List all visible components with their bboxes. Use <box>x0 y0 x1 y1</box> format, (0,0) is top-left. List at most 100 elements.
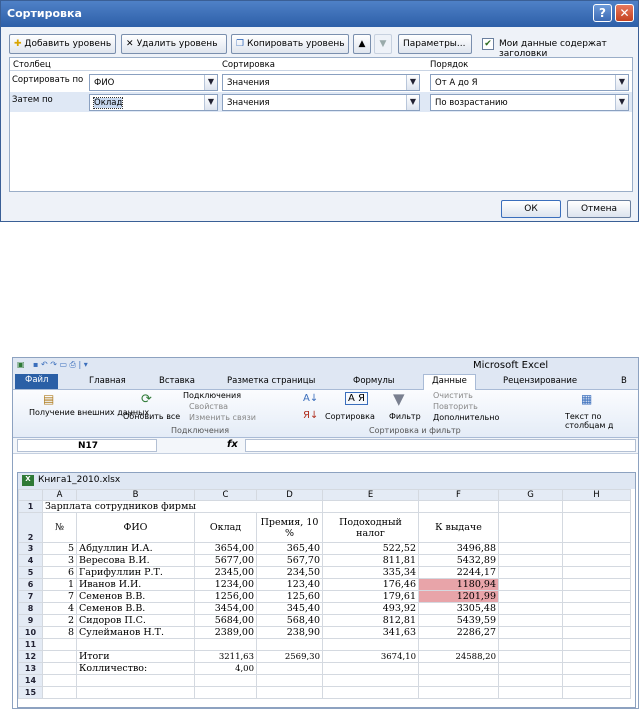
cell-bonus[interactable]: 345,40 <box>256 602 323 615</box>
cell[interactable] <box>562 638 631 651</box>
cell-num[interactable]: 6 <box>42 566 77 579</box>
cell[interactable] <box>562 512 631 543</box>
cell[interactable] <box>498 662 563 675</box>
cell[interactable] <box>322 500 419 513</box>
col-header[interactable]: G <box>498 489 563 501</box>
headers-checkbox[interactable]: ✔ <box>482 38 494 50</box>
advanced-button[interactable]: Дополнительно <box>433 413 499 422</box>
order-select[interactable]: От А до Я ▼ <box>430 74 629 91</box>
cell[interactable] <box>42 650 77 663</box>
text-to-columns-button[interactable]: Текст по столбцам д <box>565 412 637 430</box>
cell-tax[interactable]: 811,81 <box>322 554 419 567</box>
help-button[interactable]: ? <box>593 4 612 22</box>
cell-payout[interactable]: 3496,88 <box>418 542 499 555</box>
cell[interactable] <box>194 638 257 651</box>
sort-button[interactable]: Сортировка <box>325 412 375 421</box>
cell-bonus[interactable]: 568,40 <box>256 614 323 627</box>
col-header[interactable]: B <box>76 489 195 501</box>
cell-num[interactable]: 7 <box>42 590 77 603</box>
delete-level-button[interactable]: ✕ Удалить уровень <box>121 34 227 54</box>
formula-input[interactable] <box>245 439 636 452</box>
tab-page-layout[interactable]: Разметка страницы <box>227 376 315 386</box>
sort-level-row[interactable]: Затем по Оклад ▼ Значения ▼ По возрастанию… <box>10 92 632 112</box>
cell[interactable] <box>562 614 631 627</box>
cell-salary[interactable]: 3454,00 <box>194 602 257 615</box>
cell[interactable] <box>498 614 563 627</box>
row-header[interactable]: 1 <box>18 500 43 513</box>
move-down-button[interactable]: ▼ <box>374 34 392 54</box>
cell-num[interactable]: 2 <box>42 614 77 627</box>
cell-name[interactable]: Семенов В.В. <box>76 590 195 603</box>
order-select[interactable]: По возрастанию ▼ <box>430 94 629 111</box>
cell[interactable] <box>418 662 499 675</box>
cell[interactable] <box>256 686 323 699</box>
row-header[interactable]: 4 <box>18 554 43 567</box>
cell[interactable] <box>498 554 563 567</box>
row-header[interactable]: 11 <box>18 638 43 651</box>
cell[interactable] <box>498 512 563 543</box>
cell[interactable] <box>256 638 323 651</box>
cell[interactable] <box>42 674 77 687</box>
cell-salary[interactable]: 1256,00 <box>194 590 257 603</box>
header-num[interactable]: № <box>42 512 77 543</box>
cell-name[interactable]: Вересова В.И. <box>76 554 195 567</box>
cell[interactable] <box>562 554 631 567</box>
cell-tax[interactable]: 341,63 <box>322 626 419 639</box>
header-bonus[interactable]: Премия, 10 % <box>256 512 323 543</box>
cell-bonus[interactable]: 567,70 <box>256 554 323 567</box>
cell[interactable] <box>498 674 563 687</box>
cell[interactable] <box>256 674 323 687</box>
cell[interactable] <box>42 662 77 675</box>
row-header[interactable]: 8 <box>18 602 43 615</box>
row-header[interactable]: 5 <box>18 566 43 579</box>
select-all-corner[interactable] <box>18 489 43 501</box>
cell-num[interactable]: 8 <box>42 626 77 639</box>
cell[interactable] <box>194 686 257 699</box>
row-header[interactable]: 2 <box>18 512 43 543</box>
cell[interactable] <box>498 602 563 615</box>
cell[interactable] <box>194 674 257 687</box>
totals-label[interactable]: Итоги <box>76 650 195 663</box>
move-up-button[interactable]: ▲ <box>353 34 371 54</box>
cell-tax[interactable]: 493,92 <box>322 602 419 615</box>
add-level-button[interactable]: ✚ Добавить уровень <box>9 34 116 54</box>
fx-icon[interactable]: fx <box>227 439 238 450</box>
sort-on-select[interactable]: Значения ▼ <box>222 94 420 111</box>
cell[interactable] <box>322 638 419 651</box>
cell[interactable] <box>562 500 631 513</box>
cell-tax[interactable]: 522,52 <box>322 542 419 555</box>
col-header[interactable]: H <box>562 489 631 501</box>
total-bonus[interactable]: 2569,30 <box>256 650 323 663</box>
cell[interactable] <box>498 500 563 513</box>
cell[interactable] <box>498 638 563 651</box>
header-salary[interactable]: Оклад <box>194 512 257 543</box>
cell-name[interactable]: Сулейманов Н.Т. <box>76 626 195 639</box>
cell[interactable] <box>498 686 563 699</box>
tab-file[interactable]: Файл <box>15 374 59 389</box>
cell-payout[interactable]: 1180,94 <box>418 578 499 591</box>
cell-tax[interactable]: 335,34 <box>322 566 419 579</box>
cell[interactable] <box>498 626 563 639</box>
cell[interactable] <box>562 674 631 687</box>
row-header[interactable]: 6 <box>18 578 43 591</box>
cell-name[interactable]: Абдуллин И.А. <box>76 542 195 555</box>
cell-payout[interactable]: 1201,99 <box>418 590 499 603</box>
reapply-button[interactable]: Повторить <box>433 402 478 411</box>
header-name[interactable]: ФИО <box>76 512 195 543</box>
cell[interactable] <box>562 578 631 591</box>
col-header[interactable]: E <box>322 489 419 501</box>
cell[interactable] <box>418 638 499 651</box>
save-icon[interactable]: ▪ ↶ ↷ ▭ ⎙ | ▾ <box>33 360 88 370</box>
edit-links-button[interactable]: Изменить связи <box>189 413 256 422</box>
cell[interactable] <box>562 662 631 675</box>
cell[interactable] <box>418 686 499 699</box>
ok-button[interactable]: ОК <box>501 200 561 218</box>
cell-bonus[interactable]: 123,40 <box>256 578 323 591</box>
sheet-title[interactable]: Зарплата сотрудников фирмы <box>42 500 323 513</box>
row-header[interactable]: 10 <box>18 626 43 639</box>
count-value[interactable]: 4,00 <box>194 662 257 675</box>
total-salary[interactable]: 3211,63 <box>194 650 257 663</box>
cell-name[interactable]: Гарифуллин Р.Т. <box>76 566 195 579</box>
count-label[interactable]: Колличество: <box>76 662 195 675</box>
total-payout[interactable]: 24588,20 <box>418 650 499 663</box>
